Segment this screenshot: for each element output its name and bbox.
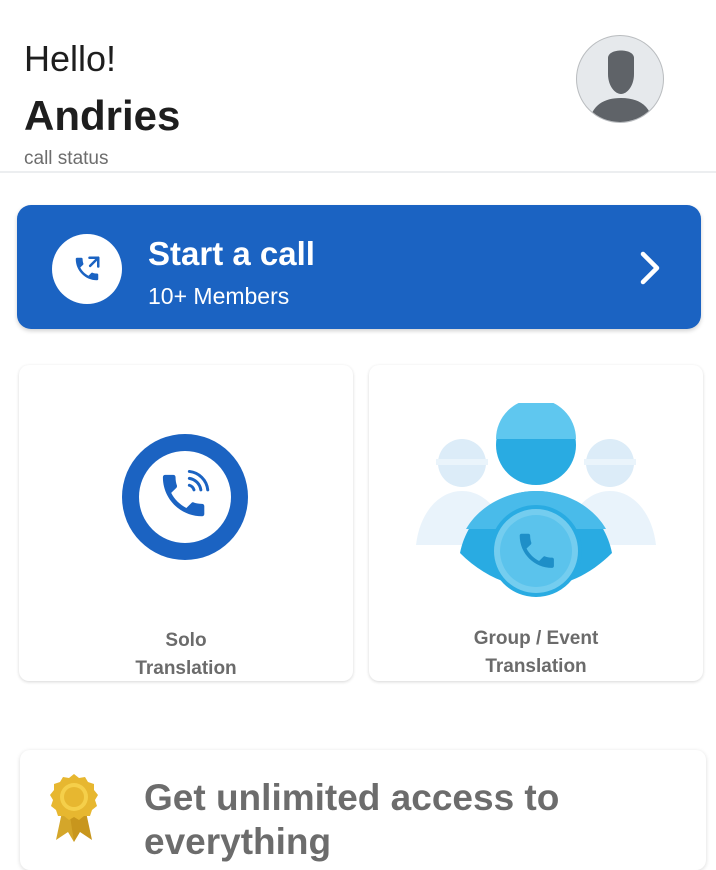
chevron-right-icon bbox=[640, 251, 660, 285]
group-card-label-line1: Group / Event bbox=[473, 628, 599, 649]
solo-card-label-line2: Translation bbox=[135, 658, 237, 679]
phone-ringing-icon bbox=[122, 434, 248, 560]
start-call-subtitle: 10+ Members bbox=[148, 283, 290, 309]
phone-call-icon bbox=[75, 256, 100, 281]
award-badge-icon bbox=[50, 774, 98, 842]
group-translation-card[interactable]: Group / Event Translation bbox=[369, 365, 703, 681]
group-call-icon bbox=[416, 403, 656, 597]
avatar[interactable] bbox=[576, 35, 664, 123]
group-card-label-line2: Translation bbox=[485, 656, 587, 677]
user-silhouette-icon bbox=[589, 50, 653, 122]
call-icon-circle bbox=[52, 234, 122, 304]
call-status: call status bbox=[24, 148, 109, 169]
greeting-text: Hello! bbox=[24, 38, 117, 79]
start-call-button[interactable]: Start a call 10+ Members bbox=[17, 205, 701, 329]
promo-text: Get unlimited access to everything bbox=[144, 777, 560, 862]
unlimited-access-promo[interactable]: Get unlimited access to everything bbox=[20, 750, 706, 870]
solo-card-label-line1: Solo bbox=[165, 630, 207, 651]
start-call-title: Start a call bbox=[148, 235, 315, 272]
header-divider bbox=[0, 171, 716, 173]
username: Andries bbox=[24, 92, 181, 139]
solo-translation-card[interactable]: Solo Translation bbox=[19, 365, 353, 681]
